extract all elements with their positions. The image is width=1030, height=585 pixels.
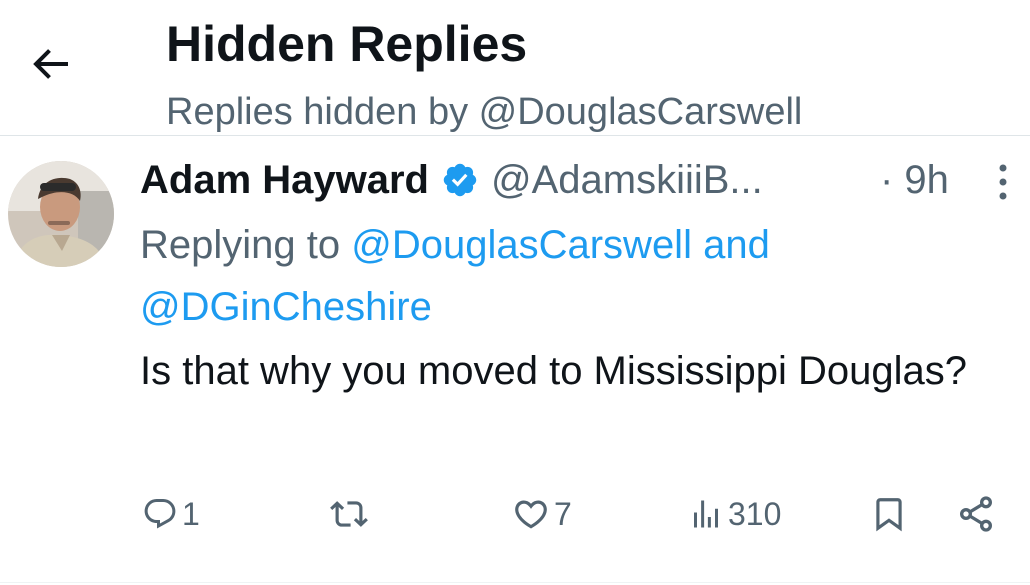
reply-count: 1	[182, 495, 200, 532]
more-button[interactable]	[986, 164, 1020, 204]
share-button[interactable]	[956, 486, 996, 542]
views-button[interactable]: 310	[688, 486, 781, 542]
bookmark-button[interactable]	[870, 486, 908, 542]
author-row: Adam Hayward @AdamskiiiB...	[140, 154, 763, 206]
back-button[interactable]	[22, 38, 78, 94]
reply-icon	[142, 496, 178, 532]
avatar[interactable]	[8, 161, 114, 267]
retweet-button[interactable]	[330, 486, 368, 542]
retweet-icon	[330, 495, 368, 533]
tweet-time[interactable]: · 9h	[880, 154, 949, 206]
page-subtitle: Replies hidden by @DouglasCarswell	[166, 91, 803, 133]
divider	[0, 582, 1030, 583]
verified-badge-icon[interactable]	[441, 161, 479, 199]
author-handle[interactable]: @AdamskiiiB...	[491, 154, 763, 206]
mention-link[interactable]: @DGinCheshire	[140, 285, 432, 329]
views-icon	[688, 496, 724, 532]
header: Hidden Replies Replies hidden by @Dougla…	[0, 0, 1030, 136]
page-title: Hidden Replies	[166, 16, 528, 72]
share-icon	[956, 494, 996, 534]
reply-button[interactable]: 1	[142, 486, 200, 542]
more-vertical-icon	[997, 162, 1009, 207]
mention-and[interactable]: and	[692, 223, 770, 267]
heart-icon	[512, 495, 550, 533]
action-bar: 1 7 310	[0, 486, 1030, 542]
bookmark-icon	[870, 495, 908, 533]
tweet[interactable]: Adam Hayward @AdamskiiiB... · 9h Replyin…	[0, 136, 1030, 585]
views-count: 310	[728, 495, 782, 532]
replying-prefix: Replying to	[140, 223, 352, 267]
replying-to: Replying to @DouglasCarswell and @DGinChe…	[140, 214, 1000, 338]
tweet-text: Is that why you moved to Mississippi Dou…	[140, 349, 968, 393]
like-count: 7	[554, 495, 572, 532]
mention-link[interactable]: @DouglasCarswell	[351, 223, 692, 267]
author-name[interactable]: Adam Hayward	[140, 154, 429, 206]
arrow-left-icon	[26, 40, 74, 93]
like-button[interactable]: 7	[512, 486, 572, 542]
